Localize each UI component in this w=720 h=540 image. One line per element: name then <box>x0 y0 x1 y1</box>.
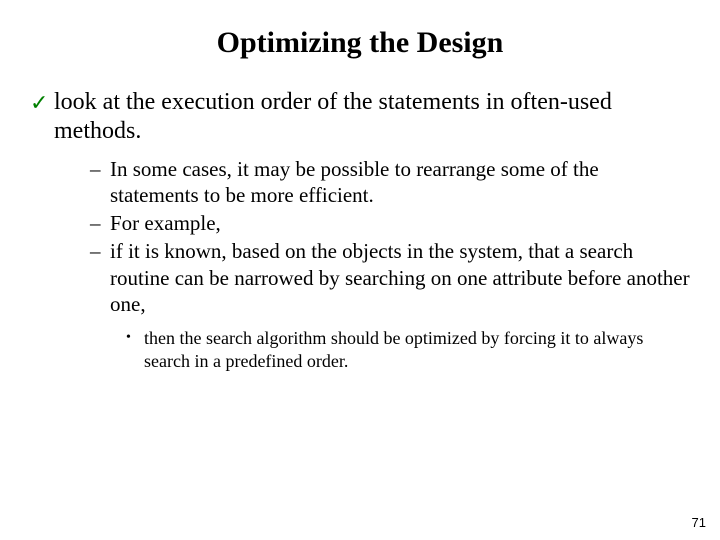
bullet-dot-icon: • <box>126 329 144 347</box>
bullet-text: if it is known, based on the objects in … <box>110 238 690 317</box>
check-icon: ✓ <box>30 90 54 116</box>
endash-icon: – <box>90 210 110 236</box>
list-item: – For example, <box>90 210 690 236</box>
endash-icon: – <box>90 156 110 182</box>
list-item: ✓ look at the execution order of the sta… <box>30 88 690 146</box>
page-number: 71 <box>692 515 706 530</box>
slide-title: Optimizing the Design <box>30 26 690 60</box>
bullet-list-level1: ✓ look at the execution order of the sta… <box>30 88 690 146</box>
bullet-text: look at the execution order of the state… <box>54 88 690 146</box>
bullet-list-level3: • then the search algorithm should be op… <box>126 327 690 372</box>
endash-icon: – <box>90 238 110 264</box>
bullet-list-level2: – In some cases, it may be possible to r… <box>90 156 690 318</box>
list-item: • then the search algorithm should be op… <box>126 327 690 372</box>
bullet-text: For example, <box>110 210 690 236</box>
slide: Optimizing the Design ✓ look at the exec… <box>0 0 720 540</box>
list-item: – In some cases, it may be possible to r… <box>90 156 690 209</box>
bullet-text: then the search algorithm should be opti… <box>144 327 690 372</box>
list-item: – if it is known, based on the objects i… <box>90 238 690 317</box>
bullet-text: In some cases, it may be possible to rea… <box>110 156 690 209</box>
